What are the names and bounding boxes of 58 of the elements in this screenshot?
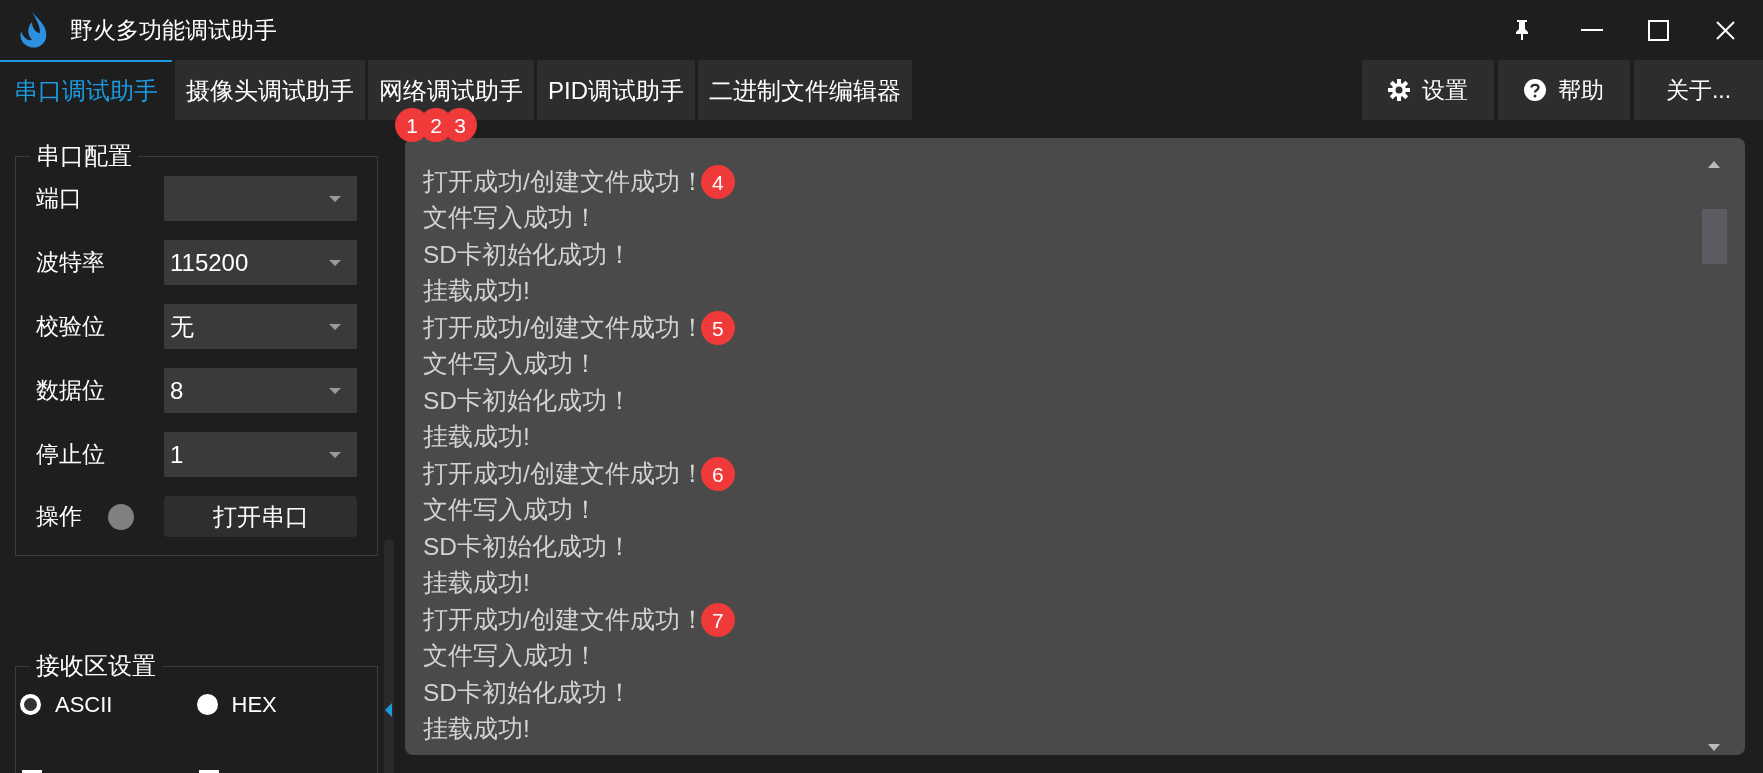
dropdown-arrow-icon bbox=[329, 195, 341, 202]
radio-label: HEX bbox=[231, 690, 277, 719]
radio-label: ASCII bbox=[55, 690, 113, 719]
log-line: 挂载成功! bbox=[423, 276, 530, 307]
group-title: 串口配置 bbox=[35, 141, 133, 171]
log-line: 文件写入成功！ bbox=[423, 495, 598, 526]
dropdown[interactable]: 无 bbox=[164, 304, 357, 349]
toolbar-button[interactable]: 关于... bbox=[1634, 60, 1763, 120]
tab[interactable]: 二进制文件编辑器 bbox=[698, 60, 912, 120]
field-label: 校验位 bbox=[36, 312, 106, 342]
log-line: SD卡初始化成功！ bbox=[423, 239, 633, 270]
field-label: 波特率 bbox=[36, 248, 106, 278]
log-line: 文件写入成功！ bbox=[423, 349, 598, 380]
pin-icon[interactable] bbox=[1513, 19, 1531, 41]
tab[interactable]: 摄像头调试助手 bbox=[175, 60, 365, 120]
tab[interactable]: 网络调试助手 bbox=[368, 60, 534, 120]
dropdown[interactable]: 8 bbox=[164, 368, 357, 413]
log-line: SD卡初始化成功！ bbox=[423, 531, 633, 562]
dropdown-arrow-icon bbox=[329, 323, 341, 330]
callout-number: 6 bbox=[700, 457, 735, 492]
log-line: 文件写入成功！ bbox=[423, 641, 598, 672]
log-line: 挂载成功! bbox=[423, 714, 530, 745]
callout-number: 4 bbox=[700, 165, 735, 200]
radio-button[interactable] bbox=[20, 693, 41, 715]
toolbar-button[interactable]: 帮助 bbox=[1498, 60, 1630, 120]
scrollbar-thumb[interactable] bbox=[1702, 209, 1727, 264]
radio-button[interactable] bbox=[196, 693, 218, 715]
close-icon[interactable] bbox=[1716, 20, 1735, 40]
log-line: SD卡初始化成功！ bbox=[423, 385, 633, 416]
dropdown-arrow-icon bbox=[329, 259, 341, 266]
maximize-icon[interactable] bbox=[1648, 19, 1669, 41]
tab[interactable]: PID调试助手 bbox=[537, 60, 695, 120]
toolbar-button[interactable]: 设置 bbox=[1362, 60, 1494, 120]
scroll-down-icon[interactable] bbox=[1708, 744, 1720, 751]
dropdown[interactable]: 1 bbox=[164, 432, 357, 477]
dropdown-arrow-icon bbox=[329, 451, 341, 458]
field-label: 停止位 bbox=[36, 440, 106, 470]
field-label: 端口 bbox=[36, 184, 83, 214]
dropdown-arrow-icon bbox=[329, 387, 341, 394]
scroll-up-icon[interactable] bbox=[1708, 161, 1720, 168]
window-title: 野火多功能调试助手 bbox=[70, 15, 277, 45]
open-port-button[interactable]: 打开串口 bbox=[164, 496, 357, 537]
dropdown[interactable]: 115200 bbox=[164, 240, 357, 285]
receive-text-area[interactable]: 打开成功/创建文件成功！ 4 文件写入成功！ SD卡初始化成功！ 挂载成功! 打开成功/创建文件成功！ 5 文件写入成功！ SD卡初始化成功！ 挂载成功! 打开成功/创建文件成功！ 6 文件写入成功！ SD卡初始化成功！ 挂载成功! 打开成功/创建文件成功！ 7 文件写入成功！ SD卡初始化成功！ 挂载成功! bbox=[405, 138, 1745, 755]
settings-icon bbox=[1388, 79, 1410, 101]
callout-number: 7 bbox=[700, 603, 735, 638]
log-line: 文件写入成功！ bbox=[423, 203, 598, 234]
minimize-icon[interactable] bbox=[1581, 28, 1603, 32]
field-label: 数据位 bbox=[36, 376, 106, 406]
group-title: 接收区设置 bbox=[35, 651, 157, 681]
collapse-arrow-icon[interactable] bbox=[385, 703, 392, 717]
callout-number: 5 bbox=[700, 311, 735, 346]
help-icon bbox=[1524, 79, 1546, 101]
field-label: 操作 bbox=[36, 502, 83, 532]
scrollbar-track[interactable] bbox=[384, 540, 394, 773]
log-line: 挂载成功! bbox=[423, 568, 530, 599]
log-line: 挂载成功! bbox=[423, 422, 530, 453]
log-line: SD卡初始化成功！ bbox=[423, 677, 633, 708]
